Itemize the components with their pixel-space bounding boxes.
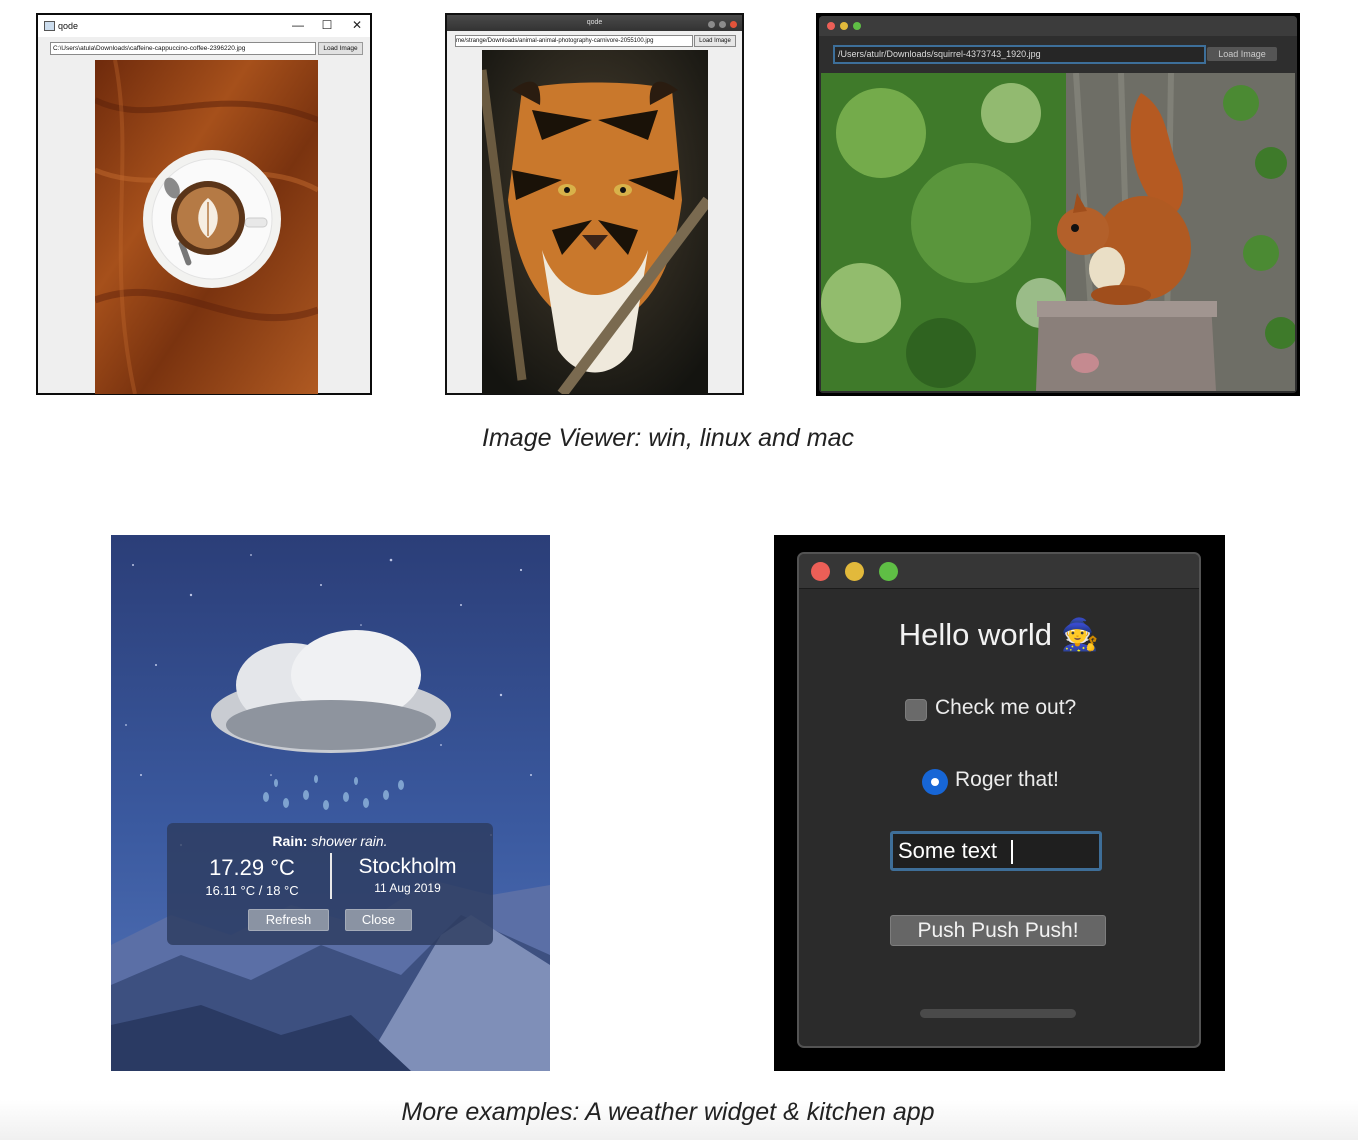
minimize-icon[interactable]: — (288, 18, 308, 32)
text-input-value: Some text (898, 838, 998, 863)
condition-description: shower rain. (311, 833, 388, 849)
close-icon[interactable] (811, 562, 830, 581)
minimize-icon[interactable] (845, 562, 864, 581)
close-icon[interactable] (827, 22, 835, 30)
weather-background (111, 554, 550, 1071)
checkbox[interactable] (905, 699, 927, 721)
app-icon (44, 21, 55, 31)
close-button[interactable]: Close (345, 909, 412, 931)
checkbox-label[interactable]: Check me out? (935, 696, 1076, 720)
window-titlebar (819, 16, 1297, 36)
hello-heading: Hello world 🧙 (799, 616, 1199, 653)
tiger-photo (482, 50, 708, 394)
coffee-photo (95, 60, 318, 394)
window-titlebar: qode (447, 15, 742, 31)
path-input[interactable]: C:\Users\atula\Downloads\caffeine-cappuc… (50, 42, 316, 55)
minimize-icon[interactable] (840, 22, 848, 30)
linux-image-viewer: qode me/strange/Downloads/animal-animal-… (445, 13, 744, 395)
temperature: 17.29 °C (209, 855, 295, 880)
date: 11 Aug 2019 (374, 881, 441, 895)
text-input[interactable]: Some text (890, 831, 1102, 871)
kitchen-app: Hello world 🧙 Check me out? Roger that! … (774, 535, 1225, 1071)
refresh-button[interactable]: Refresh (248, 909, 329, 931)
zoom-icon[interactable] (853, 22, 861, 30)
hello-text: Hello world (898, 617, 1053, 652)
close-icon[interactable]: ✕ (347, 18, 367, 32)
weather-panel: Rain: shower rain. 17.29 °C 16.11 °C / 1… (167, 823, 493, 945)
wizard-icon: 🧙 (1060, 617, 1100, 652)
rain-cloud-icon (211, 630, 451, 810)
windows-image-viewer: qode — ☐ ✕ C:\Users\atula\Downloads\caff… (36, 13, 372, 395)
load-image-button[interactable]: Load Image (694, 35, 736, 47)
maximize-icon[interactable] (719, 21, 727, 28)
maximize-icon[interactable]: ☐ (317, 18, 337, 32)
caption-top: Image Viewer: win, linux and mac (482, 424, 854, 452)
window-title: qode (58, 21, 79, 31)
load-image-button[interactable]: Load Image (318, 42, 363, 55)
window-title: qode (586, 19, 603, 26)
close-icon[interactable] (730, 21, 737, 28)
condition-label: Rain: (272, 833, 308, 849)
slider[interactable] (920, 1009, 1076, 1018)
squirrel-photo (821, 73, 1295, 391)
min-max-temperature: 16.11 °C / 18 °C (205, 883, 299, 898)
divider (330, 853, 332, 899)
push-button[interactable]: Push Push Push! (890, 915, 1106, 946)
city-name: Stockholm (358, 855, 457, 878)
window-titlebar (799, 554, 1199, 589)
kitchen-window: Hello world 🧙 Check me out? Roger that! … (797, 552, 1201, 1048)
window-titlebar: qode — ☐ ✕ (38, 15, 370, 37)
mac-image-viewer: /Users/atulr/Downloads/squirrel-4373743_… (816, 13, 1300, 396)
radio-button[interactable] (922, 769, 948, 795)
radio-label[interactable]: Roger that! (955, 768, 1059, 792)
path-input[interactable]: /Users/atulr/Downloads/squirrel-4373743_… (833, 45, 1206, 64)
weather-headline: Rain: shower rain. (167, 833, 493, 849)
text-caret (1011, 840, 1014, 865)
load-image-button[interactable]: Load Image (1207, 47, 1277, 61)
zoom-icon[interactable] (879, 562, 898, 581)
weather-widget: Rain: shower rain. 17.29 °C 16.11 °C / 1… (111, 535, 550, 1071)
caption-bottom: More examples: A weather widget & kitche… (401, 1098, 935, 1126)
path-input[interactable]: me/strange/Downloads/animal-animal-photo… (455, 35, 693, 47)
minimize-icon[interactable] (708, 21, 716, 28)
